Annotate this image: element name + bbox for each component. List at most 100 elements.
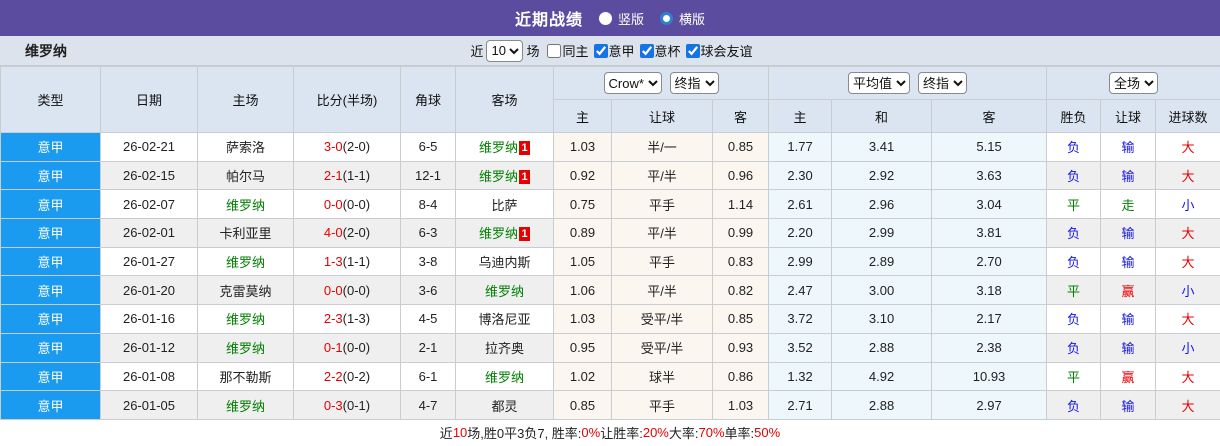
bookmaker-select[interactable]: Crow* — [603, 72, 662, 94]
filter-checkbox-0[interactable]: 同主 — [547, 41, 589, 60]
checkbox-icon[interactable] — [547, 43, 562, 58]
odds-home-value: 0.92 — [569, 168, 596, 184]
outcome-value: 负 — [1067, 169, 1081, 185]
avg-away-value: 3.63 — [976, 168, 1002, 184]
odds-home-cell: 0.95 — [553, 332, 612, 363]
outcome-value: 平 — [1067, 283, 1081, 299]
summary-segment: 50% — [754, 425, 781, 441]
avg-away-value: 3.81 — [976, 225, 1002, 241]
outcome-value: 大 — [1181, 169, 1195, 185]
outcome-winloss-cell: 平 — [1046, 275, 1102, 306]
home-team-name: 卡利亚里 — [219, 226, 272, 242]
outcome-value: 赢 — [1121, 369, 1135, 385]
outcome-winloss-cell: 负 — [1046, 218, 1102, 248]
odds-home-cell: 0.75 — [553, 189, 612, 220]
odds-away-cell: 0.83 — [711, 246, 770, 277]
league-cell: 意甲 — [0, 189, 101, 220]
corners-value: 12-1 — [414, 168, 442, 184]
odds-away-value: 0.85 — [727, 311, 754, 327]
match-scope-select[interactable]: 全场 — [1109, 72, 1159, 94]
summary-segment: 大率: — [668, 426, 699, 442]
table-row: 意甲 26-01-27 维罗纳 1-3(1-1) 3-8 乌迪内斯 1.05 平手 0.83 2.… — [0, 246, 1220, 277]
checkbox-icon[interactable] — [685, 43, 700, 58]
avg-away-value: 5.15 — [976, 139, 1002, 155]
score-full: 2-2 — [323, 368, 343, 384]
radio-horizontal-layout[interactable]: 横版 — [660, 9, 705, 28]
filter-checkbox-1[interactable]: 意甲 — [593, 41, 635, 60]
outcome-value: 负 — [1067, 341, 1081, 357]
average-select[interactable]: 平均值 — [848, 72, 911, 94]
outcome-handicap-cell: 输 — [1100, 160, 1157, 191]
outcome-winloss-cell: 负 — [1046, 132, 1102, 162]
score-half: (0-0) — [342, 196, 371, 212]
corners-cell: 3-8 — [400, 246, 456, 277]
outcome-goals-cell: 大 — [1155, 132, 1220, 162]
date-label: 26-01-20 — [122, 282, 176, 298]
table-row: 意甲 26-01-20 克雷莫纳 0-0(0-0) 3-6 维罗纳 1.06 平/半 0.82 2… — [0, 275, 1220, 306]
date-cell: 26-01-08 — [100, 361, 198, 392]
home-team-name: 那不勒斯 — [219, 369, 272, 385]
date-label: 26-01-16 — [122, 311, 176, 327]
odds-away-value: 1.03 — [727, 397, 754, 413]
date-cell: 26-01-05 — [100, 390, 198, 420]
away-team-name: 维罗纳 — [484, 369, 524, 385]
corners-cell: 6-1 — [400, 361, 456, 392]
outcome-value: 小 — [1181, 341, 1195, 357]
outcome-handicap-cell: 输 — [1100, 218, 1157, 248]
table-row: 意甲 26-01-05 维罗纳 0-3(0-1) 4-7 都灵 0.85 平手 1.03 2.71… — [0, 390, 1220, 420]
filter-checkbox-2[interactable]: 意杯 — [639, 41, 681, 60]
bookmaker-stage-select[interactable]: 终指 — [669, 72, 719, 94]
avg-draw-value: 2.88 — [868, 397, 895, 413]
radio-unselected-icon[interactable] — [660, 11, 673, 25]
matches-count-select[interactable]: 10 — [486, 39, 524, 62]
away-team-cell: 乌迪内斯 — [455, 246, 554, 277]
avg-away-cell: 2.38 — [931, 332, 1048, 363]
result-group-header: 全场 — [1046, 66, 1220, 100]
team-title: 维罗纳 — [25, 42, 67, 59]
score-half: (2-0) — [342, 139, 371, 155]
odds-away-value: 1.14 — [727, 196, 754, 212]
filter-checkbox-3[interactable]: 球会友谊 — [685, 41, 753, 60]
avg-draw-value: 3.10 — [868, 311, 895, 327]
odds-home-value: 1.05 — [569, 254, 596, 270]
col-header-odds-handicap: 让球 — [611, 99, 713, 133]
league-cell: 意甲 — [0, 275, 101, 306]
avg-away-value: 2.97 — [976, 397, 1002, 413]
outcome-handicap-cell: 输 — [1100, 246, 1157, 277]
checkbox-icon[interactable] — [593, 43, 608, 58]
checkbox-label: 球会友谊 — [700, 44, 753, 59]
table-row: 意甲 26-02-07 维罗纳 0-0(0-0) 8-4 比萨 0.75 平手 1.14 2.61… — [0, 189, 1220, 220]
league-cell: 意甲 — [0, 160, 101, 191]
checkbox-icon[interactable] — [639, 43, 654, 58]
outcome-goals-cell: 大 — [1155, 246, 1220, 277]
radio-selected-icon[interactable] — [598, 11, 612, 25]
table-header: 类型 日期 主场 比分(半场) 角球 客场 Crow* 终指 平均值 终指 全场… — [0, 66, 1220, 133]
radio-vertical-layout[interactable]: 竖版 — [598, 9, 644, 28]
score-cell: 3-0(2-0) — [293, 132, 401, 162]
col-header-home: 主场 — [197, 66, 294, 133]
avg-draw-cell: 3.00 — [831, 275, 933, 306]
away-team-cell: 拉齐奥 — [455, 332, 554, 363]
date-label: 26-02-01 — [122, 225, 176, 241]
matches-label: 场 — [526, 44, 540, 59]
col-header-avg-home: 主 — [768, 99, 833, 133]
average-stage-select[interactable]: 终指 — [918, 72, 968, 94]
date-cell: 26-01-20 — [100, 275, 198, 306]
recent-results-panel: 近期战绩 竖版 横版 维罗纳 近 10 场 同主 意甲 意杯 球会友谊 类型 日… — [0, 0, 1220, 446]
odds-home-cell: 0.85 — [553, 390, 612, 420]
summary-footer: 近 10 场,胜0平3负7, 胜率: 0% 让胜率: 20% 大率: 70% 单率: 50% — [0, 419, 1220, 446]
league-label: 意甲 — [37, 398, 64, 414]
outcome-handicap-cell: 赢 — [1100, 275, 1157, 306]
outcome-winloss-cell: 平 — [1046, 189, 1102, 220]
filter-bar: 维罗纳 近 10 场 同主 意甲 意杯 球会友谊 — [0, 36, 1220, 66]
outcome-winloss-cell: 负 — [1046, 304, 1102, 334]
outcome-value: 小 — [1181, 283, 1195, 299]
avg-draw-value: 2.92 — [868, 168, 895, 184]
date-cell: 26-01-27 — [100, 246, 198, 277]
outcome-value: 小 — [1181, 197, 1195, 213]
odds-home-cell: 0.92 — [553, 160, 612, 191]
home-team-cell: 克雷莫纳 — [197, 275, 294, 306]
outcome-value: 大 — [1181, 140, 1195, 156]
avg-home-cell: 2.20 — [768, 218, 833, 248]
outcome-value: 输 — [1121, 312, 1135, 328]
